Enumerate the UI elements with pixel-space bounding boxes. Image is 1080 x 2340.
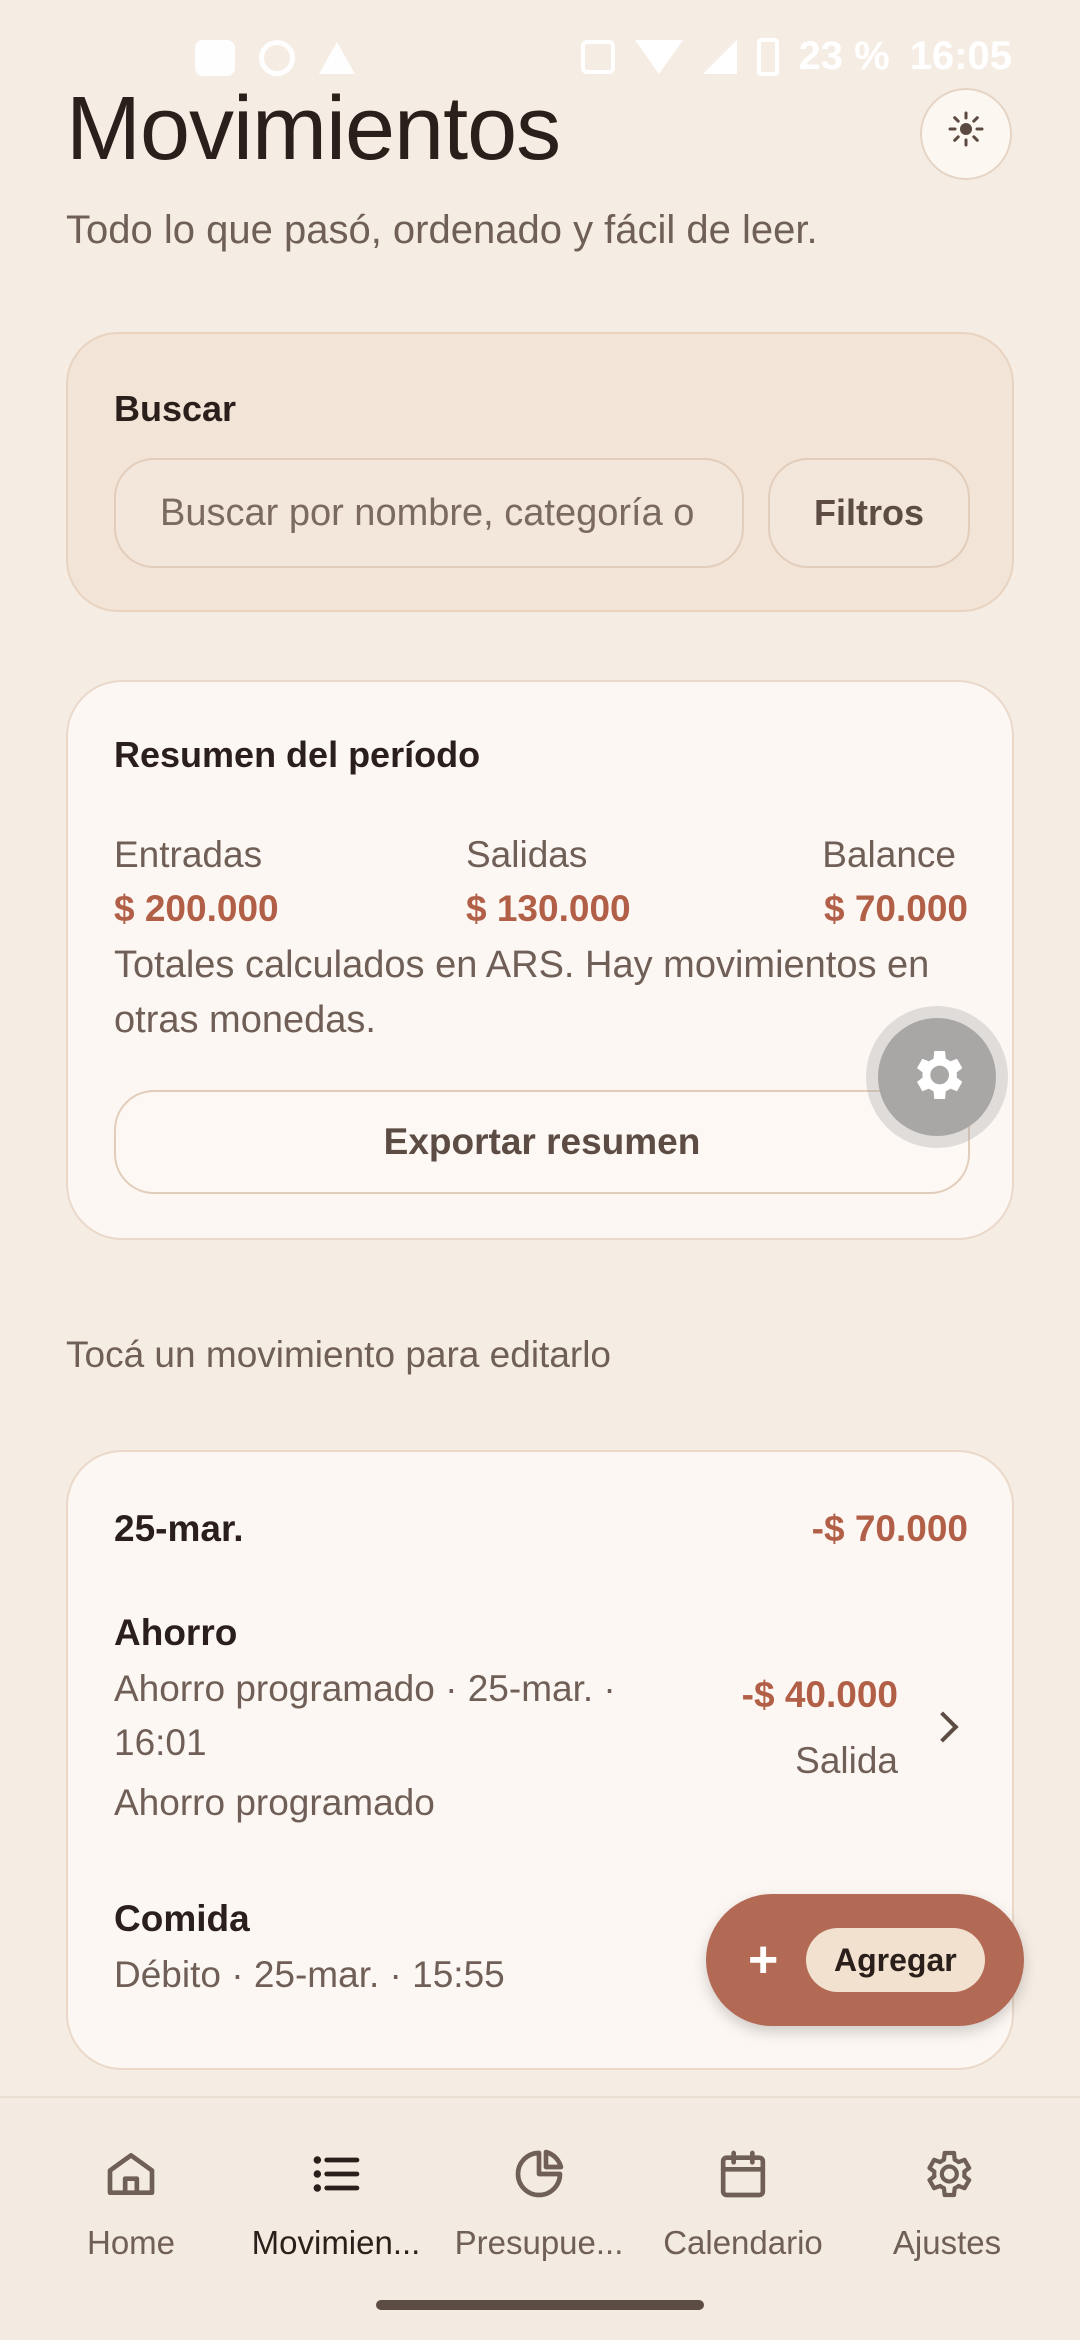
- theme-toggle-button[interactable]: [920, 88, 1012, 180]
- gear-icon: [919, 2146, 975, 2202]
- edit-hint: Tocá un movimiento para editarlo: [66, 1334, 612, 1375]
- nav-label-ajustes: Ajustes: [892, 2224, 1002, 2261]
- balance-value: $ 70.000: [823, 888, 968, 929]
- list-icon: [308, 2146, 364, 2202]
- nav-item-ajustes[interactable]: Ajustes: [852, 2146, 1042, 2262]
- chevron-right-icon: [927, 1711, 959, 1743]
- wifi-icon: [634, 39, 683, 74]
- add-movement-label: Agregar: [806, 1928, 985, 1992]
- sun-icon: [946, 109, 986, 159]
- system-icons: 23 % 16:05: [580, 34, 1012, 79]
- transaction-meta: Débito · 25-mar. · 15:55: [114, 1954, 505, 1995]
- transaction-name: Ahorro: [114, 1612, 238, 1653]
- add-movement-button[interactable]: + Agregar: [706, 1894, 1024, 2026]
- floating-settings-inner: [878, 1018, 996, 1136]
- search-card: Buscar Filtros: [66, 332, 1014, 612]
- day-total: -$ 70.000: [811, 1508, 968, 1549]
- entradas-value: $ 200.000: [114, 888, 279, 929]
- summary-title: Resumen del período: [114, 734, 481, 775]
- nav-item-calendario[interactable]: Calendario: [648, 2146, 838, 2262]
- entradas-label: Entradas: [114, 834, 263, 875]
- pie-chart-icon: [511, 2146, 567, 2202]
- nav-label-movimientos: Movimien...: [251, 2224, 421, 2261]
- broadcast-icon: [259, 40, 295, 76]
- battery-percent: 23 %: [798, 34, 890, 78]
- battery-icon: [756, 37, 779, 76]
- floating-settings-button[interactable]: [866, 1006, 1008, 1148]
- export-summary-button[interactable]: Exportar resumen: [114, 1090, 970, 1194]
- nav-label-home: Home: [86, 2224, 176, 2261]
- notification-icons: [195, 40, 355, 76]
- page-title: Movimientos: [66, 79, 561, 179]
- day-date: 25-mar.: [114, 1508, 244, 1549]
- page-subtitle: Todo lo que pasó, ordenado y fácil de le…: [66, 208, 818, 252]
- discord-icon: [195, 40, 235, 76]
- salidas-label: Salidas: [466, 834, 588, 875]
- nav-label-presupuesto: Presupue...: [454, 2224, 624, 2261]
- search-label: Buscar: [114, 388, 237, 429]
- transaction-type: Salida: [795, 1740, 898, 1781]
- nav-item-presupuesto[interactable]: Presupue...: [444, 2146, 634, 2262]
- balance-label: Balance: [822, 834, 956, 875]
- transaction-note: Ahorro programado: [114, 1782, 435, 1823]
- nav-item-movimientos[interactable]: Movimien...: [241, 2146, 431, 2262]
- clock: 16:05: [909, 34, 1012, 78]
- salidas-value: $ 130.000: [466, 888, 631, 929]
- transaction-meta: Ahorro programado · 25-mar. · 16:01: [114, 1668, 616, 1763]
- gear-icon: [905, 1043, 969, 1112]
- calendar-icon: [715, 2146, 771, 2202]
- vibrate-icon: [580, 39, 615, 74]
- drive-icon: [319, 42, 355, 74]
- nav-item-home[interactable]: Home: [36, 2146, 226, 2262]
- summary-card: Resumen del período Entradas $ 200.000 S…: [66, 680, 1014, 1240]
- search-input[interactable]: [114, 458, 744, 568]
- cellular-signal-icon: [702, 39, 737, 74]
- transaction-name: Comida: [114, 1898, 250, 1939]
- filters-button[interactable]: Filtros: [768, 458, 970, 568]
- home-gesture-bar[interactable]: [376, 2300, 704, 2310]
- transaction-amount: -$ 40.000: [741, 1674, 898, 1715]
- plus-icon: +: [748, 1931, 779, 1989]
- home-icon: [103, 2146, 159, 2202]
- nav-label-calendario: Calendario: [663, 2224, 823, 2261]
- summary-note: Totales calculados en ARS. Hay movimient…: [114, 944, 930, 1041]
